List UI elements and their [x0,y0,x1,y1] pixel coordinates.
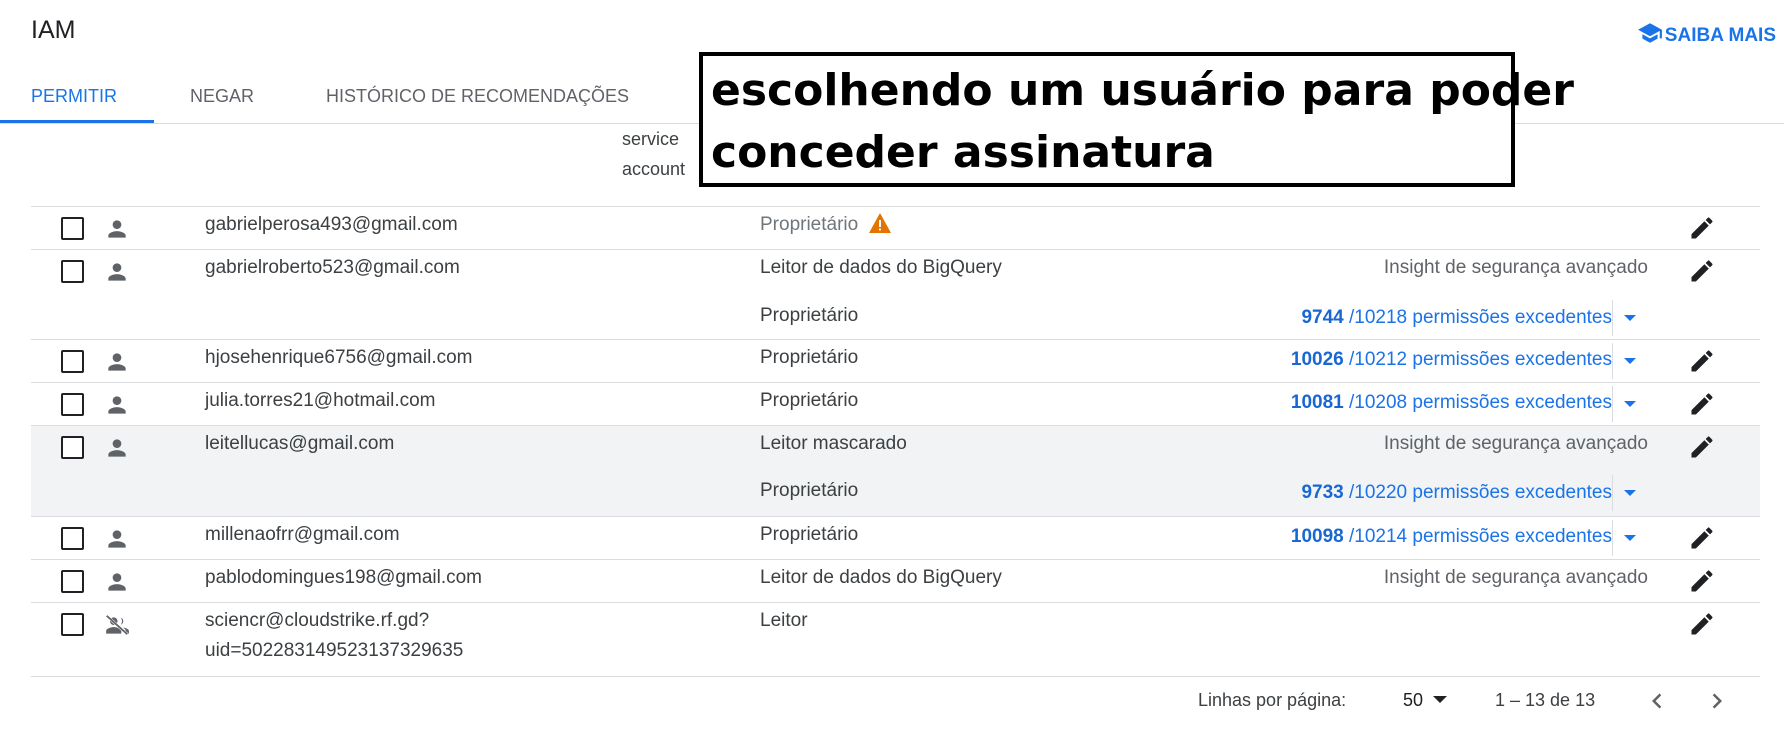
principal-email: leitellucas@gmail.com [205,433,395,454]
person-icon [104,392,130,418]
table-row: julia.torres21@hotmail.com Proprietário … [31,382,1760,425]
person-icon [104,435,130,461]
row-checkbox[interactable] [61,350,84,373]
tab-allow[interactable]: PERMITIR [31,68,117,124]
table-row: gabrielroberto523@gmail.com Leitor de da… [31,249,1760,339]
principal-email: gabrielperosa493@gmail.com [205,214,458,235]
edit-principal-button[interactable] [1688,347,1716,375]
role-name: Proprietário [760,210,892,240]
pagination-range: 1 – 13 de 13 [1495,690,1596,710]
principal-email: gabrielroberto523@gmail.com [205,257,460,278]
tab-deny[interactable]: NEGAR [190,68,254,124]
tab-recommendation-history[interactable]: HISTÓRICO DE RECOMENDAÇÕES [326,68,629,124]
role-name: Proprietário [760,390,859,411]
excess-permissions-link[interactable]: 9733 /10220 permissões excedentes [1301,478,1612,508]
learn-more-link[interactable]: SAIBA MAIS [1637,20,1776,52]
partial-row-principal: default service account [622,107,686,184]
security-insight: Insight de segurança avançado [1383,433,1648,454]
edit-principal-button[interactable] [1688,433,1716,461]
edit-principal-button[interactable] [1688,257,1716,285]
table-row: gabrielperosa493@gmail.com Proprietário [31,206,1760,249]
chevron-down-icon[interactable] [1612,475,1644,511]
edit-principal-button[interactable] [1688,567,1716,595]
group-off-icon [104,612,130,638]
excess-permissions-link[interactable]: 9744 /10218 permissões excedentes [1301,303,1612,333]
excess-permissions-link[interactable]: 10026 /10212 permissões excedentes [1291,345,1612,375]
row-checkbox[interactable] [61,613,84,636]
security-insight: Insight de segurança avançado [1383,567,1648,588]
annotation-line-2: conceder assinatura [711,127,1215,178]
role-name: Proprietário [760,305,859,326]
table-row: hjosehenrique6756@gmail.com Proprietário… [31,339,1760,382]
chevron-down-icon[interactable] [1612,343,1644,379]
table-row: leitellucas@gmail.com Leitor mascarado I… [31,425,1760,516]
role-name: Leitor mascarado [760,433,907,454]
principal-email: hjosehenrique6756@gmail.com [205,347,473,368]
row-checkbox[interactable] [61,570,84,593]
row-checkbox[interactable] [61,527,84,550]
role-name: Proprietário [760,347,859,368]
row-checkbox[interactable] [61,217,84,240]
person-icon [104,259,130,285]
next-page-button[interactable] [1702,686,1732,716]
row-checkbox[interactable] [61,393,84,416]
warning-icon[interactable] [868,212,892,234]
edit-principal-button[interactable] [1688,390,1716,418]
excess-permissions-link[interactable]: 10081 /10208 permissões excedentes [1291,388,1612,418]
row-checkbox[interactable] [61,436,84,459]
chevron-down-icon[interactable] [1612,386,1644,422]
table-divider [31,676,1760,677]
chevron-down-icon[interactable] [1612,520,1644,556]
role-name: Leitor [760,610,808,631]
security-insight: Insight de segurança avançado [1383,257,1648,278]
principal-email: pablodomingues198@gmail.com [205,567,483,588]
excess-permissions-link[interactable]: 10098 /10214 permissões excedentes [1291,522,1612,552]
principal-email: sciencr@cloudstrike.rf.gd? uid=5022831495… [205,610,464,661]
table-row: millenaofrr@gmail.com Proprietário 10098… [31,516,1760,559]
table-row: pablodomingues198@gmail.com Leitor de da… [31,559,1760,602]
edit-principal-button[interactable] [1688,214,1716,242]
role-name: Leitor de dados do BigQuery [760,257,1002,278]
edit-principal-button[interactable] [1688,524,1716,552]
role-name: Proprietário [760,524,859,545]
person-icon [104,216,130,242]
role-name: Leitor de dados do BigQuery [760,567,1002,588]
rows-per-page-label: Linhas por página: [1198,690,1347,710]
page-title: IAM [31,16,76,44]
person-icon [104,349,130,375]
partial-line-2: service [622,129,680,149]
previous-page-button[interactable] [1642,686,1672,716]
rows-per-page-select[interactable]: 50 [1403,690,1447,711]
row-checkbox[interactable] [61,260,84,283]
person-icon [104,526,130,552]
edit-principal-button[interactable] [1688,610,1716,638]
annotation-callout: escolhendo um usuário para poder concede… [699,52,1574,187]
table-row: sciencr@cloudstrike.rf.gd? uid=5022831495… [31,602,1760,676]
annotation-line-1: escolhendo um usuário para poder [711,65,1574,116]
school-icon [1637,20,1663,52]
learn-more-label: SAIBA MAIS [1664,25,1776,46]
principal-email: millenaofrr@gmail.com [205,524,400,545]
partial-line-3: account [622,159,686,179]
role-name: Proprietário [760,480,859,501]
person-icon [104,569,130,595]
principal-email: julia.torres21@hotmail.com [205,390,436,411]
chevron-down-icon[interactable] [1612,300,1644,336]
active-tab-indicator [0,120,154,123]
